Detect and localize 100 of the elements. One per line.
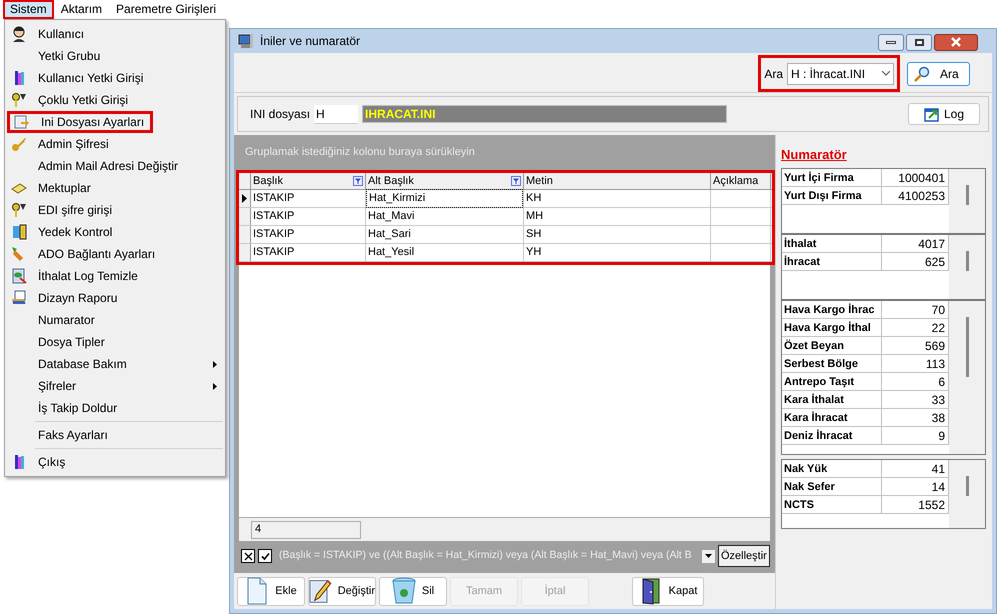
numerator-name: Yurt İçi Firma: [782, 168, 882, 186]
column-header[interactable]: Metin: [524, 173, 711, 189]
toolbar-button[interactable]: Kapat: [632, 576, 704, 606]
scrollbar[interactable]: [949, 460, 985, 528]
column-header[interactable]: Alt Başlık: [366, 173, 524, 189]
table-cell-text: YH: [525, 245, 542, 260]
close-icon: [950, 36, 962, 48]
document-arrow-icon: [14, 114, 30, 130]
maximize-button[interactable]: [906, 34, 932, 50]
filter-dropdown-button[interactable]: [702, 550, 715, 562]
group-hint: Gruplamak istediğiniz kolonu buraya sürükleyin: [245, 145, 475, 160]
table-cell-text: KH: [525, 191, 542, 206]
menu-item[interactable]: Şifreler: [7, 375, 223, 397]
caret-icon: [705, 554, 712, 558]
menu-item[interactable]: ADO Bağlantı Ayarları: [7, 243, 223, 265]
search-icon: [914, 66, 930, 82]
search-button[interactable]: Ara: [907, 62, 970, 86]
menu-bar-item[interactable]: Sistem: [3, 0, 54, 19]
column-header[interactable]: Açıklama: [711, 173, 771, 189]
menu-item[interactable]: Ini Dosyası Ayarları: [7, 111, 154, 133]
table-cell-text: Hat_Sari: [367, 227, 412, 242]
menu-item[interactable]: Database Bakım: [7, 353, 223, 375]
table-cell-text: ISTAKIP: [252, 191, 296, 206]
numerator-name: Hava Kargo İthal: [782, 318, 882, 336]
pencil-document-icon: [309, 577, 332, 605]
disk-icon: [11, 224, 27, 240]
menu-item[interactable]: Dosya Tipler: [7, 331, 223, 353]
table-cell-text: Hat_Mavi: [367, 209, 416, 224]
close-button[interactable]: [934, 34, 978, 50]
toolbar-button[interactable]: Değiştir: [308, 576, 376, 606]
column-header[interactable]: Başlık: [251, 173, 366, 189]
numerator-name: Yurt Dışı Firma: [782, 186, 882, 204]
recycle-bin-icon: [392, 577, 416, 605]
customize-button[interactable]: Özelleştir: [718, 545, 770, 567]
menu-item[interactable]: EDI şifre girişi: [7, 199, 223, 221]
person-icon: [11, 26, 27, 42]
checkmark-icon: [260, 552, 270, 560]
log-button[interactable]: Log: [908, 103, 980, 125]
ini-label: INI dosyası: [250, 106, 310, 123]
filter-icon[interactable]: [511, 176, 521, 186]
scrollbar[interactable]: [949, 234, 985, 298]
menu-bar-item[interactable]: Aktarım: [54, 0, 110, 19]
menu-item[interactable]: Çıkış: [7, 451, 223, 473]
table-cell-text: ISTAKIP: [252, 245, 296, 260]
numerator-name: Deniz İhracat: [782, 426, 882, 444]
menu-item[interactable]: Kullanıcı Yetki Girişi: [7, 67, 223, 89]
filter-checkbox[interactable]: [258, 549, 272, 563]
record-count: 4: [251, 520, 361, 538]
menu-item[interactable]: Çoklu Yetki Girişi: [7, 89, 223, 111]
numerator-name: NCTS: [782, 496, 882, 512]
menu-item[interactable]: Admin Şifresi: [7, 133, 223, 155]
menu-item[interactable]: Yedek Kontrol: [7, 221, 223, 243]
window-title: İniler ve numaratör: [260, 33, 360, 50]
numerator-name: Nak Sefer: [782, 478, 882, 494]
menu-item[interactable]: Numarator: [7, 309, 223, 331]
menu-item[interactable]: Kullanıcı: [7, 23, 223, 45]
scrollbar[interactable]: [949, 300, 985, 454]
numerator-name: Nak Yük: [782, 460, 882, 476]
table-cell-text: ISTAKIP: [252, 227, 296, 242]
row-indicator[interactable]: [239, 190, 251, 207]
table-cell: Hat_Kirmizi: [366, 189, 523, 208]
table-cell-text: ISTAKIP: [252, 209, 296, 224]
menu-item[interactable]: İthalat Log Temizle: [7, 265, 223, 287]
monitor-icon: [238, 33, 254, 49]
submenu-arrow-icon: [213, 382, 217, 390]
ini-name-field: IHRACAT.INI: [362, 105, 728, 123]
numerator-name: İhracat: [782, 252, 882, 270]
menu-item[interactable]: Faks Ayarları: [7, 424, 223, 446]
toolbar-button[interactable]: Sil: [379, 576, 447, 606]
menu-bar-item[interactable]: Paremetre Girişleri: [109, 0, 224, 19]
report-icon: [11, 268, 27, 284]
numerator-title: Numaratör: [781, 146, 848, 164]
menu-item[interactable]: Yetki Grubu: [7, 45, 223, 67]
submenu-arrow-icon: [213, 360, 217, 368]
document-icon: [245, 577, 270, 605]
menu-item[interactable]: Admin Mail Adresi Değiştir: [7, 155, 223, 177]
scrollbar[interactable]: [949, 168, 985, 232]
chevron-icon: [882, 71, 890, 76]
numerator-name: Kara İhracat: [782, 408, 882, 426]
close-icon: [244, 552, 252, 560]
filter-text: (Başlık = ISTAKIP) ve ((Alt Başlık = Hat_Kirmizi) veya (Alt Başlık = Hat_Mavi) veya (Alt B: [279, 548, 693, 564]
table-cell-text: MH: [525, 209, 544, 224]
numerator-name: Özet Beyan: [782, 336, 882, 354]
numerator-name: İthalat: [782, 234, 882, 252]
ini-code-field[interactable]: H: [314, 104, 358, 124]
toolbar-button[interactable]: Ekle: [237, 576, 305, 606]
key-icon: [11, 136, 27, 152]
search-label: Ara: [764, 66, 783, 82]
numerator-name: Kara İthalat: [782, 390, 882, 408]
table-cell-text: Hat_Yesil: [367, 245, 416, 260]
current-row-icon: [242, 194, 247, 203]
search-dropdown[interactable]: H : İhracat.INI: [787, 62, 894, 84]
minimize-button[interactable]: [878, 34, 904, 50]
menu-item[interactable]: Dizayn Raporu: [7, 287, 223, 309]
clear-filter-button[interactable]: [241, 549, 255, 563]
numerator-name: Hava Kargo İhrac: [782, 300, 882, 318]
menu-item[interactable]: İş Takip Doldur: [7, 397, 223, 419]
menu-item[interactable]: Mektuplar: [7, 177, 223, 199]
numerator-name: Serbest Bölge: [782, 354, 882, 372]
filter-icon[interactable]: [353, 176, 363, 186]
